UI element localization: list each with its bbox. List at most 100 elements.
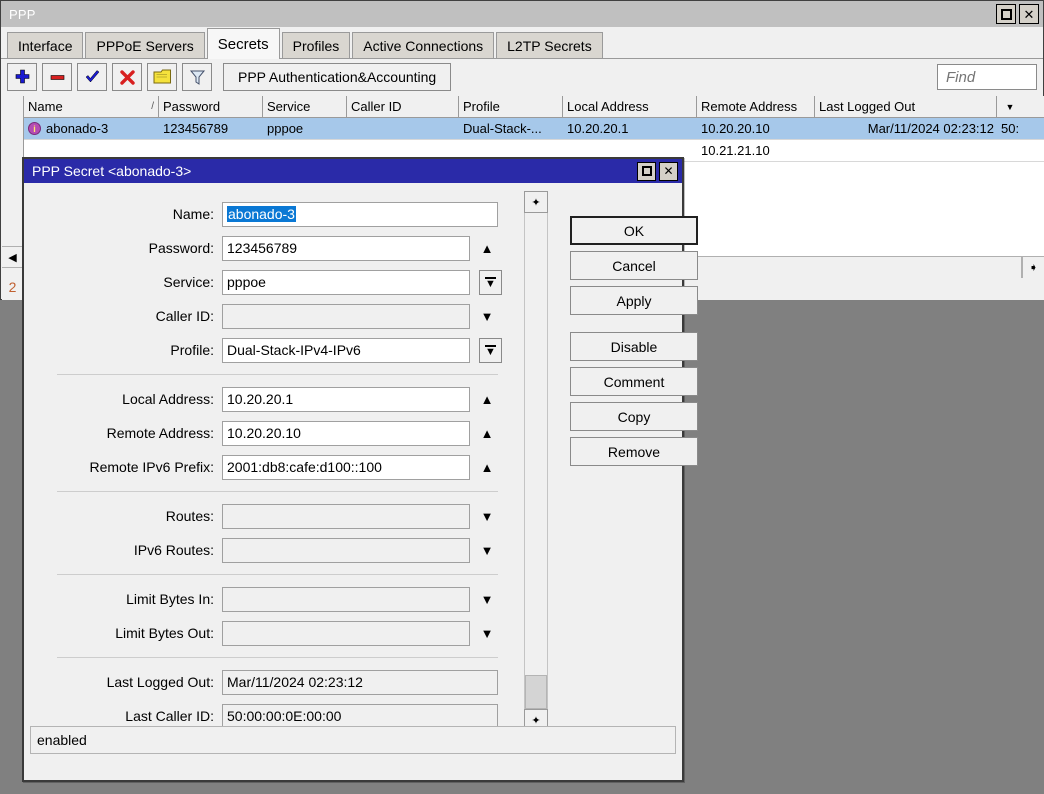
- arrow-right-icon[interactable]: ➧: [1022, 257, 1044, 278]
- up-arrow-icon[interactable]: ▲: [470, 427, 504, 440]
- column-header-service[interactable]: Service: [263, 96, 347, 117]
- dropdown-box-icon[interactable]: ▼: [479, 338, 502, 363]
- find-input[interactable]: [937, 64, 1037, 90]
- name-input-value: abonado-3: [227, 206, 296, 222]
- label-limit-bytes-out: Limit Bytes Out:: [24, 625, 222, 641]
- minus-icon[interactable]: [42, 63, 72, 91]
- down-arrow-icon[interactable]: ▼: [470, 627, 504, 640]
- limit-bytes-in-input[interactable]: [222, 587, 470, 612]
- label-ipv6-routes: IPv6 Routes:: [24, 542, 222, 558]
- cell-local-address: 10.20.20.1: [563, 118, 697, 139]
- dialog-title: PPP Secret <abonado-3>: [32, 163, 191, 179]
- password-input[interactable]: 123456789: [222, 236, 470, 261]
- maximize-icon[interactable]: [996, 4, 1016, 24]
- column-header-profile[interactable]: Profile: [459, 96, 563, 117]
- disable-button[interactable]: Disable: [570, 332, 698, 361]
- tab-active-connections[interactable]: Active Connections: [352, 32, 494, 58]
- plus-icon[interactable]: [7, 63, 37, 91]
- up-arrow-icon[interactable]: ▲: [470, 242, 504, 255]
- tab-pppoe-servers[interactable]: PPPoE Servers: [85, 32, 204, 58]
- vscroll-thumb[interactable]: [525, 675, 547, 709]
- name-input[interactable]: abonado-3: [222, 202, 498, 227]
- sort-indicator-icon: /: [151, 101, 154, 112]
- field-row-routes: Routes: ▼: [24, 499, 522, 533]
- ipv6-routes-input[interactable]: [222, 538, 470, 563]
- cross-icon[interactable]: [112, 63, 142, 91]
- limit-bytes-out-input[interactable]: [222, 621, 470, 646]
- ppp-authentication-accounting-button[interactable]: PPP Authentication&Accounting: [223, 63, 451, 91]
- column-header-last-logged-out[interactable]: Last Logged Out: [815, 96, 997, 117]
- table-row[interactable]: i abonado-3 123456789 pppoe Dual-Stack-.…: [24, 118, 1044, 140]
- ok-button[interactable]: OK: [570, 216, 698, 245]
- tab-l2tp-secrets[interactable]: L2TP Secrets: [496, 32, 603, 58]
- field-row-profile: Profile: Dual-Stack-IPv4-IPv6 ▼: [24, 333, 522, 367]
- label-caller-id: Caller ID:: [24, 308, 222, 324]
- vscroll-track[interactable]: [524, 213, 548, 709]
- apply-button[interactable]: Apply: [570, 286, 698, 315]
- find-input-field[interactable]: [944, 68, 1030, 87]
- tab-interface[interactable]: Interface: [7, 32, 83, 58]
- dropdown-box-icon[interactable]: ▼: [479, 270, 502, 295]
- label-last-caller-id: Last Caller ID:: [24, 708, 222, 724]
- column-header-remote-address[interactable]: Remote Address: [697, 96, 815, 117]
- down-arrow-icon[interactable]: ▼: [470, 593, 504, 606]
- routes-input[interactable]: [222, 504, 470, 529]
- tab-profiles[interactable]: Profiles: [282, 32, 351, 58]
- remote-address-input[interactable]: 10.20.20.10: [222, 421, 470, 446]
- tab-secrets[interactable]: Secrets: [207, 28, 280, 59]
- field-row-password: Password: 123456789 ▲: [24, 231, 522, 265]
- cancel-button[interactable]: Cancel: [570, 251, 698, 280]
- label-service: Service:: [24, 274, 222, 290]
- up-arrow-icon[interactable]: ▲: [470, 393, 504, 406]
- close-icon[interactable]: ✕: [1019, 4, 1039, 24]
- column-header-caller-id[interactable]: Caller ID: [347, 96, 459, 117]
- label-limit-bytes-in: Limit Bytes In:: [24, 591, 222, 607]
- cell-last-logged-out: [815, 140, 997, 161]
- label-profile: Profile:: [24, 342, 222, 358]
- cell-service: pppoe: [263, 118, 347, 139]
- table-header-row: Name / Password Service Caller ID Profil…: [24, 96, 1044, 118]
- remote-ipv6-prefix-input[interactable]: 2001:db8:cafe:d100::100: [222, 455, 470, 480]
- comment-note-icon[interactable]: [147, 63, 177, 91]
- label-password: Password:: [24, 240, 222, 256]
- down-arrow-icon[interactable]: ▼: [470, 310, 504, 323]
- cell-caller-id: [347, 118, 459, 139]
- service-input[interactable]: pppoe: [222, 270, 470, 295]
- dialog-window-controls: ✕: [637, 162, 682, 181]
- toolbar: PPP Authentication&Accounting: [1, 59, 1043, 95]
- column-header-name[interactable]: Name /: [24, 96, 159, 117]
- field-row-name: Name: abonado-3: [24, 197, 522, 231]
- comment-button[interactable]: Comment: [570, 367, 698, 396]
- field-row-limit-bytes-out: Limit Bytes Out: ▼: [24, 616, 522, 650]
- arrow-up-icon[interactable]: ✦: [524, 191, 548, 213]
- dialog-status-bar: enabled: [30, 726, 676, 754]
- window-title: PPP: [9, 7, 36, 22]
- table-item-count: 2: [2, 279, 23, 295]
- chevron-down-icon[interactable]: ▼: [997, 96, 1019, 117]
- cell-last-caller-id: [997, 140, 1019, 161]
- copy-button[interactable]: Copy: [570, 402, 698, 431]
- remove-button[interactable]: Remove: [570, 437, 698, 466]
- cell-name: i abonado-3: [24, 118, 159, 139]
- tab-bar: Interface PPPoE Servers Secrets Profiles…: [1, 27, 1043, 59]
- form-divider: [57, 491, 498, 492]
- form-divider: [57, 574, 498, 575]
- close-icon[interactable]: ✕: [659, 162, 678, 181]
- caller-id-input[interactable]: [222, 304, 470, 329]
- filter-funnel-icon[interactable]: [182, 63, 212, 91]
- dialog-vertical-scrollbar[interactable]: ✦ ✦: [524, 191, 548, 731]
- field-row-remote-address: Remote Address: 10.20.20.10 ▲: [24, 416, 522, 450]
- column-header-password[interactable]: Password: [159, 96, 263, 117]
- local-address-input[interactable]: 10.20.20.1: [222, 387, 470, 412]
- maximize-icon[interactable]: [637, 162, 656, 181]
- down-arrow-icon[interactable]: ▼: [470, 510, 504, 523]
- last-logged-out-value: Mar/11/2024 02:23:12: [222, 670, 498, 695]
- arrow-left-icon[interactable]: ◀: [2, 246, 23, 268]
- down-arrow-icon[interactable]: ▼: [470, 544, 504, 557]
- column-header-local-address[interactable]: Local Address: [563, 96, 697, 117]
- check-icon[interactable]: [77, 63, 107, 91]
- field-row-local-address: Local Address: 10.20.20.1 ▲: [24, 382, 522, 416]
- field-row-ipv6-routes: IPv6 Routes: ▼: [24, 533, 522, 567]
- up-arrow-icon[interactable]: ▲: [470, 461, 504, 474]
- profile-input[interactable]: Dual-Stack-IPv4-IPv6: [222, 338, 470, 363]
